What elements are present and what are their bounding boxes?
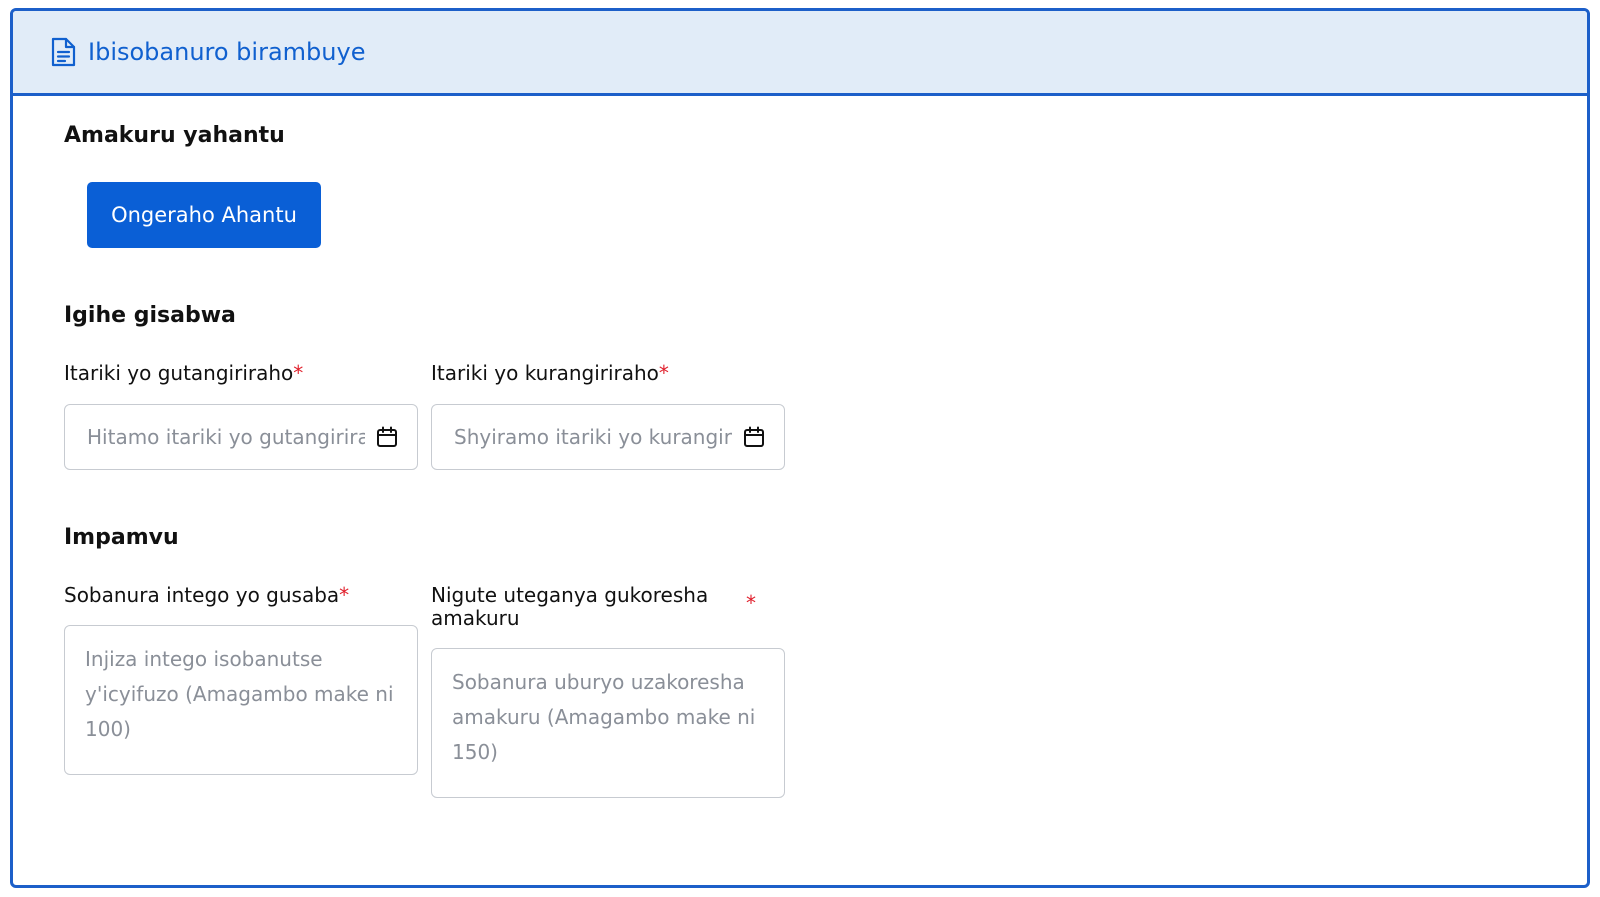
panel-title: Ibisobanuro birambuye (88, 38, 366, 66)
request-details-panel: Ibisobanuro birambuye Amakuru yahantu On… (10, 8, 1590, 888)
purpose-label: Sobanura intego yo gusaba* (64, 584, 349, 607)
period-section-title: Igihe gisabwa (64, 303, 236, 328)
calendar-icon[interactable] (742, 425, 766, 449)
add-location-button-label: Ongeraho Ahantu (111, 203, 297, 227)
end-date-label: Itariki yo kurangiriraho* (431, 362, 669, 385)
start-date-field[interactable] (64, 404, 418, 470)
document-icon (48, 36, 78, 68)
calendar-icon[interactable] (375, 425, 399, 449)
end-date-label-text: Itariki yo kurangiriraho (431, 361, 659, 385)
required-mark: * (658, 361, 669, 385)
start-date-label: Itariki yo gutangiriraho* (64, 362, 303, 385)
start-date-label-text: Itariki yo gutangiriraho (64, 361, 294, 385)
usage-label: Nigute uteganya gukoresha amakuru (431, 584, 731, 630)
reason-section-title: Impamvu (64, 525, 179, 550)
panel-header: Ibisobanuro birambuye (13, 11, 1587, 96)
required-mark: * (339, 583, 350, 607)
start-date-input[interactable] (85, 424, 367, 450)
add-location-button[interactable]: Ongeraho Ahantu (87, 182, 321, 248)
usage-label-text: Nigute uteganya gukoresha amakuru (431, 583, 709, 630)
required-mark: * (746, 591, 756, 615)
purpose-textarea[interactable] (64, 625, 418, 775)
end-date-input[interactable] (452, 424, 734, 450)
location-section-title: Amakuru yahantu (64, 123, 285, 148)
required-mark: * (293, 361, 304, 385)
purpose-label-text: Sobanura intego yo gusaba (64, 583, 340, 607)
end-date-field[interactable] (431, 404, 785, 470)
usage-textarea[interactable] (431, 648, 785, 798)
